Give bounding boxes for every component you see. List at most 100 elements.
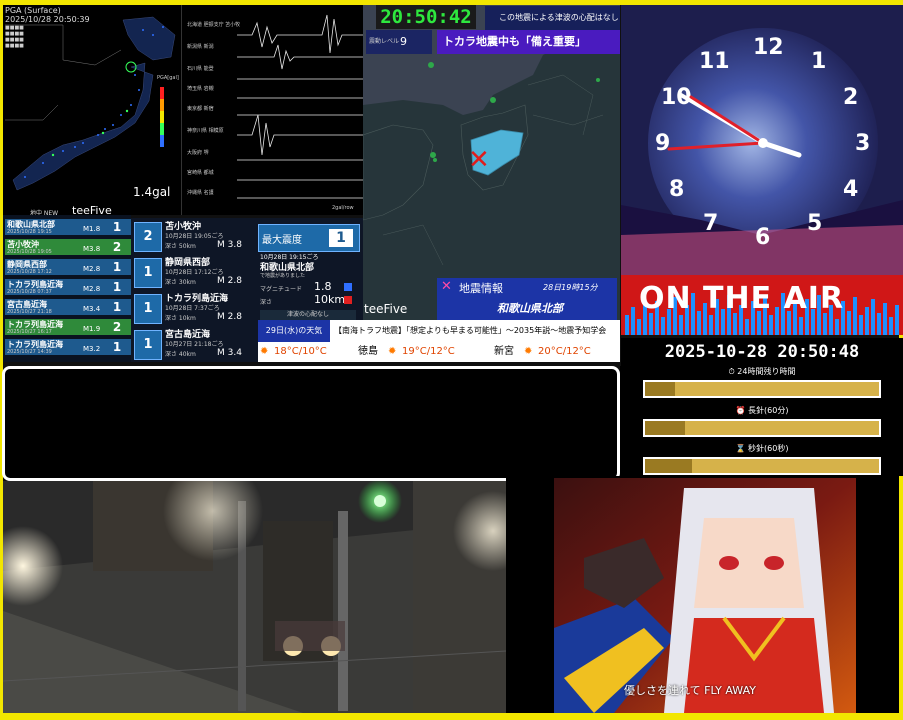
eq-magnitude: M1.9 <box>83 325 101 333</box>
station-label: 北海道 胆振支庁 苫小牧 <box>187 22 241 28</box>
shake-level-label: 震動レベル <box>369 38 400 45</box>
lyric-subtitle: 優しさを連れて FLY AWAY <box>624 684 756 697</box>
max-intensity-label: 最大震度 <box>262 235 302 246</box>
earthquake-detail-list: 2 苫小牧沖 10月28日 19:05ごろ 深さ 50km M 3.8 1 静岡… <box>131 218 258 362</box>
progress-fill <box>645 382 676 396</box>
detail-depth: 深さ 50km <box>165 243 196 250</box>
intensity-badge: 1 <box>134 258 162 288</box>
detail-time: 10月28日 17:12ごろ <box>165 269 224 276</box>
on-air-label: ON THE AIR <box>639 281 845 316</box>
analog-clock-panel: 12 1 2 3 4 5 6 7 8 9 10 11 <box>621 5 903 275</box>
eq-date: 2025/10/28 19:15 <box>7 229 52 235</box>
depth-label: 深さ <box>260 299 273 306</box>
list-item[interactable]: トカラ列島近海 2025/10/27 14:39 M3.2 1 <box>5 339 131 355</box>
max-intensity-box: 最大震度 1 <box>258 224 360 252</box>
seismogram-scale: 2gal/row <box>332 205 354 211</box>
eq-date: 2025/10/27 14:39 <box>7 349 52 355</box>
progress-label: ⌛ 秒針(60秒) <box>621 443 903 454</box>
depth-color-chip <box>344 296 352 304</box>
detail-item[interactable]: 2 苫小牧沖 10月28日 19:05ごろ 深さ 50km M 3.8 <box>131 218 256 254</box>
max-intensity-subtext: で地震がありました <box>260 273 306 279</box>
station-label: 新潟県 新潟 <box>187 44 214 50</box>
station-label: 沖縄県 名護 <box>187 190 214 196</box>
stopwatch-icon: ⏱ <box>728 367 735 376</box>
eq-intensity-badge: 1 <box>105 279 129 295</box>
list-item[interactable]: トカラ列島近海 2025/10/28 07:37 M2.8 1 <box>5 279 131 295</box>
second-hand-bar <box>643 457 881 475</box>
station-label: 神奈川県 相模原 <box>187 128 224 134</box>
eq-intensity-badge: 1 <box>105 299 129 315</box>
progress-label-text: 長針(60分) <box>748 406 789 415</box>
weather-temp: 19°C/12°C <box>402 346 455 357</box>
eq-magnitude: M1.8 <box>83 225 101 233</box>
detail-depth: 深さ 40km <box>165 351 196 358</box>
weather-city: 徳島 <box>358 346 378 357</box>
japan-map-svg <box>5 16 176 191</box>
eq-magnitude: M3.4 <box>83 305 101 313</box>
progress-fill <box>645 421 685 435</box>
street-camera-feed <box>3 481 506 713</box>
station-label: 石川県 能登 <box>187 66 214 72</box>
magnitude-value: 1.8 <box>314 280 332 293</box>
minute-hand-bar <box>643 419 881 437</box>
detail-magnitude: M 2.8 <box>217 276 242 286</box>
progress-fill <box>645 459 692 473</box>
clock-hands <box>667 93 802 158</box>
max-intensity-panel: 最大震度 1 10月28日 19:15ごろ 和歌山県北部 で地震がありました マ… <box>258 218 363 320</box>
frame-bottom <box>0 713 903 720</box>
pga-scale-label: PGA[gal] <box>157 75 179 81</box>
list-item[interactable]: 苫小牧沖 2025/10/28 19:05 M3.8 2 <box>5 239 131 255</box>
news-ticker: 29日(水)の天気 【南海トラフ地震】「想定よりも早まる可能性」〜2035年説〜… <box>258 320 620 342</box>
sun-icon: ✹ <box>260 346 269 357</box>
second-hand <box>667 141 765 151</box>
detail-item[interactable]: 1 トカラ列島近海 10月28日 7:37ごろ 深さ 10km M 2.8 <box>131 290 256 326</box>
detail-magnitude: M 2.8 <box>217 312 242 322</box>
weather-row: ✹ 18°C/10°C 徳島 ✹ 19°C/12°C 新宮 ✹ 20°C/12°… <box>258 342 620 362</box>
eq-intensity-badge: 1 <box>105 339 129 355</box>
alarm-clock-icon: ⏰ <box>735 406 746 415</box>
message-box <box>2 366 620 481</box>
list-item[interactable]: 静岡県西部 2025/10/28 17:12 M2.8 1 <box>5 259 131 275</box>
eq-magnitude: M2.8 <box>83 265 101 273</box>
progress-label: ⏱ 24時間残り時間 <box>621 366 903 377</box>
shake-level-value: 9 <box>400 35 407 48</box>
eq-intensity-badge: 2 <box>105 239 129 255</box>
eq-date: 2025/10/28 17:12 <box>7 269 52 275</box>
intensity-badge: 1 <box>134 294 162 324</box>
hour-hand <box>760 140 802 158</box>
eq-date: 2025/10/28 19:05 <box>7 249 52 255</box>
music-video: 優しさを連れて FLY AWAY <box>554 478 856 713</box>
broadcast-clock: 20:50:42 <box>376 5 476 29</box>
station-label: 埼玉県 岩槻 <box>187 86 214 92</box>
eq-date: 2025/10/28 07:37 <box>7 289 52 295</box>
progress-label: ⏰ 長針(60分) <box>621 405 903 416</box>
earthquake-list: 和歌山県北部 2025/10/28 19:15 M1.8 1 苫小牧沖 2025… <box>3 215 131 362</box>
detail-time: 10月27日 21:18ごろ <box>165 341 224 348</box>
street-scene <box>3 481 506 713</box>
eq-intensity-badge: 1 <box>105 219 129 235</box>
on-air-panel: ON THE AIR <box>621 275 903 335</box>
list-item[interactable]: 和歌山県北部 2025/10/28 19:15 M1.8 1 <box>5 219 131 235</box>
detail-depth: 深さ 10km <box>165 315 196 322</box>
eq-magnitude: M3.2 <box>83 345 101 353</box>
eq-magnitude: M3.8 <box>83 245 101 253</box>
list-item[interactable]: トカラ列島近海 2025/10/27 16:17 M1.9 2 <box>5 319 131 335</box>
datetime-display: 2025-10-28 20:50:48 <box>621 338 903 366</box>
eq-intensity-badge: 1 <box>105 259 129 275</box>
anime-artwork <box>554 478 856 713</box>
magnitude-color-chip <box>344 283 352 291</box>
earthquake-info-card: ✕ 地震情報 28日19時15分 和歌山県北部 <box>437 278 617 320</box>
headline-banner: トカラ地震中も「備え重要」 <box>437 30 620 54</box>
epicenter-marker-icon: ✕ <box>468 145 490 175</box>
hourglass-icon: ⌛ <box>735 444 746 453</box>
weather-temp: 18°C/10°C <box>274 346 327 357</box>
info-time: 28日19時15分 <box>543 283 598 292</box>
list-item[interactable]: 宮古島近海 2025/10/27 21:18 M3.4 1 <box>5 299 131 315</box>
detail-item[interactable]: 1 宮古島近海 10月27日 21:18ごろ 深さ 40km M 3.4 <box>131 326 256 362</box>
weather-temp: 20°C/12°C <box>538 346 591 357</box>
eq-magnitude: M2.8 <box>83 285 101 293</box>
info-title: 地震情報 <box>459 282 503 295</box>
tsunami-status: 津波の心配なし <box>260 310 356 320</box>
detail-time: 10月28日 19:05ごろ <box>165 233 224 240</box>
detail-item[interactable]: 1 静岡県西部 10月28日 17:12ごろ 深さ 30km M 2.8 <box>131 254 256 290</box>
